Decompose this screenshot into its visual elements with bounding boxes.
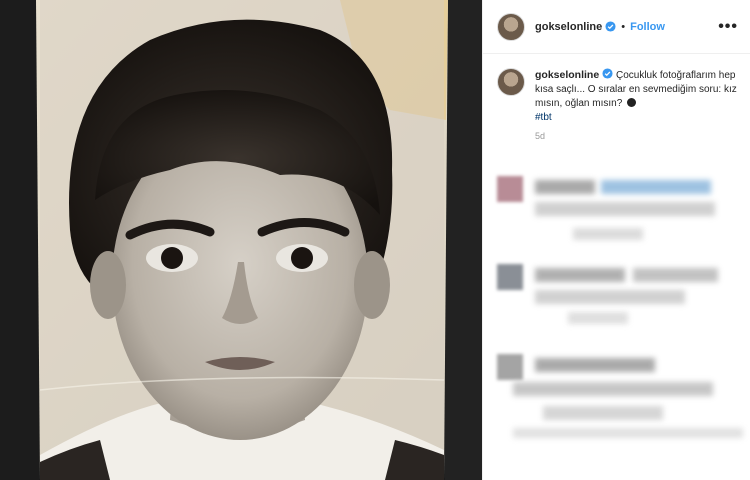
comment-text-blurred [535, 290, 685, 304]
post-photo [0, 0, 482, 480]
comment-text-blurred [601, 180, 711, 194]
childhood-portrait-image [0, 0, 482, 480]
separator-dot: • [621, 20, 626, 33]
follow-button[interactable]: Follow [630, 21, 665, 33]
comment-item [483, 260, 750, 350]
caption: gokselonline Çocukluk fotoğraflarım hep … [483, 54, 750, 125]
comment-username-blurred [535, 268, 625, 282]
comment-item [483, 170, 750, 260]
comment-meta-blurred [568, 312, 628, 324]
comment-text-blurred [535, 202, 715, 216]
face-emoji-icon [627, 98, 637, 107]
author-username[interactable]: gokselonline [535, 21, 602, 33]
comment-avatar [497, 176, 523, 202]
verified-badge-icon [605, 21, 616, 32]
comment-username-blurred [535, 180, 595, 194]
comment-text-blurred [633, 268, 718, 282]
comment-meta-blurred [573, 228, 643, 240]
comment-username-blurred [535, 358, 655, 372]
post-header: gokselonline • Follow ••• [483, 0, 750, 54]
post-time-ago: 5d [535, 131, 546, 141]
comment-item [483, 350, 750, 440]
comment-avatar [497, 264, 523, 290]
comment-meta-blurred [513, 428, 743, 438]
caption-avatar[interactable] [497, 68, 525, 96]
caption-body: gokselonline Çocukluk fotoğraflarım hep … [535, 68, 738, 125]
comment-text-blurred [513, 382, 713, 396]
comment-avatar [497, 354, 523, 380]
caption-username[interactable]: gokselonline [535, 69, 599, 81]
post-sidebar: gokselonline • Follow ••• gokselonline Ç… [482, 0, 750, 480]
verified-badge-icon [602, 68, 613, 79]
hashtag-link[interactable]: #tbt [535, 111, 738, 125]
comment-text-blurred [543, 406, 663, 420]
author-avatar[interactable] [497, 12, 525, 41]
comments-list [483, 170, 750, 440]
more-options-icon[interactable]: ••• [718, 18, 738, 34]
